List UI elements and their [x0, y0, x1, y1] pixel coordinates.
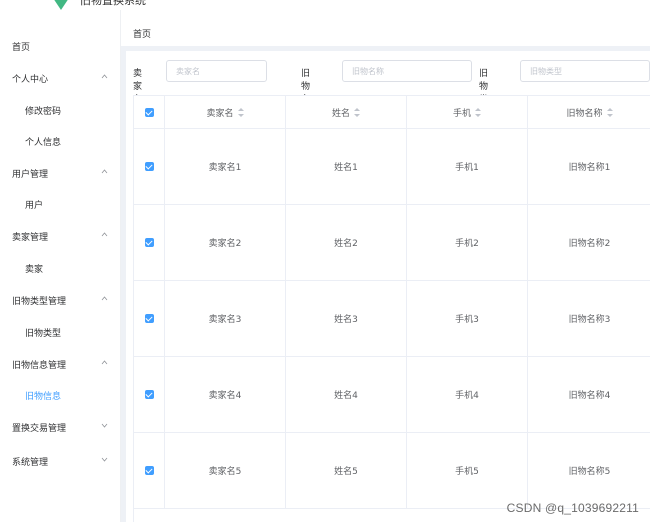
chevron-up-icon [101, 295, 108, 302]
chevron-up-icon [101, 231, 108, 238]
sidebar-item-label: 旧物类型 [25, 328, 62, 339]
chevron-up-icon [101, 359, 108, 366]
sidebar-item[interactable]: 旧物类型 [0, 320, 121, 344]
sidebar: 首页个人中心修改密码个人信息用户管理用户卖家管理卖家旧物类型管理旧物类型旧物信息… [0, 10, 121, 522]
sidebar-item[interactable]: 旧物信息管理 [0, 352, 121, 376]
row-select-cell [134, 281, 165, 356]
watermark: CSDN @q_1039692211 [506, 501, 639, 515]
sidebar-item-label: 系统管理 [12, 457, 49, 468]
column-header-label: 手机 [452, 109, 471, 119]
sidebar-item[interactable]: 首页 [0, 34, 121, 58]
breadcrumb-home[interactable]: 首页 [133, 27, 151, 40]
table-cell: 姓名1 [286, 129, 407, 204]
chevron-up-icon [101, 73, 108, 80]
table-cell: 旧物名称4 [568, 391, 611, 401]
sidebar-item-label: 用户 [25, 200, 44, 211]
sidebar-item[interactable]: 旧物类型管理 [0, 288, 121, 312]
column-header-name[interactable]: 姓名 [286, 96, 407, 129]
app-logo-text: 旧物置换系统 [80, 0, 146, 7]
row-checkbox[interactable] [144, 162, 154, 171]
table-cell: 卖家名4 [165, 357, 286, 432]
chevron-down-icon [101, 422, 108, 429]
sidebar-item[interactable]: 修改密码 [0, 98, 121, 122]
sidebar-item[interactable]: 个人中心 [0, 66, 121, 90]
sort-icon[interactable] [475, 108, 481, 117]
table-cell: 旧物名称1 [568, 163, 611, 173]
table-cell: 旧物名称3 [568, 315, 611, 325]
sidebar-item[interactable]: 用户管理 [0, 161, 121, 185]
main-content: 首页 卖家名 卖家名 旧物名称 旧物名称 旧物类型 旧物类型 卖家名 姓名 [121, 10, 650, 522]
table-cell: 姓名3 [286, 281, 407, 356]
table-cell: 卖家名5 [165, 433, 286, 508]
row-select-cell [134, 433, 165, 508]
sidebar-item-label: 旧物类型管理 [12, 296, 67, 307]
app-root: 旧物置换系统 首页 个人中心 修改密码 个人信息 用户管理 用户 卖家管理 卖家 旧物类型管理旧… [0, 0, 650, 522]
table-cell: 旧物名称2 [568, 239, 611, 249]
row-checkbox[interactable] [144, 238, 154, 247]
sidebar-item[interactable]: 个人信息 [0, 129, 121, 153]
table-cell: 手机4 [407, 357, 528, 432]
sidebar-item-label: 置换交易管理 [12, 423, 67, 434]
divider [121, 46, 650, 51]
column-header-seller[interactable]: 卖家名 [165, 96, 286, 129]
chevron-down-icon [101, 456, 108, 463]
item-name-input[interactable]: 旧物名称 [342, 60, 472, 82]
chevron-up-icon [101, 168, 108, 175]
table-cell: 姓名4 [286, 357, 407, 432]
table-cell: 卖家名2 [165, 205, 286, 280]
row-checkbox[interactable] [144, 466, 154, 475]
column-header-label: 姓名 [331, 109, 350, 119]
row-checkbox[interactable] [144, 314, 154, 323]
sidebar-item-label: 个人中心 [12, 74, 49, 85]
sidebar-item-label: 个人信息 [25, 137, 62, 148]
table-cell: 手机5 [407, 433, 528, 508]
sidebar-item[interactable]: 置换交易管理 [0, 415, 121, 439]
table-cell: 手机3 [407, 281, 528, 356]
row-checkbox[interactable] [144, 390, 154, 399]
sidebar-item[interactable]: 系统管理 [0, 449, 121, 473]
table-row[interactable]: 卖家名2 姓名2 手机2 旧物名称2 [134, 205, 650, 281]
sidebar-item[interactable]: 用户 [0, 192, 121, 216]
table-cell: 旧物名称5 [568, 467, 611, 477]
table-header: 卖家名 姓名 手机 旧物名称 [134, 95, 650, 129]
select-all-checkbox[interactable] [144, 108, 154, 117]
table-cell: 手机2 [407, 205, 528, 280]
sidebar-item-label: 首页 [12, 42, 31, 53]
sidebar-item-label: 卖家 [25, 264, 44, 275]
top-strip: 旧物置换系统 [0, 0, 650, 10]
table-cell: 姓名2 [286, 205, 407, 280]
sidebar-item-label: 用户管理 [12, 169, 49, 180]
row-select-cell [134, 205, 165, 280]
table-row[interactable]: 卖家名1 姓名1 手机1 旧物名称1 [134, 129, 650, 205]
table-cell: 卖家名1 [165, 129, 286, 204]
sidebar-item-label: 卖家管理 [12, 232, 49, 243]
column-header-label: 卖家名 [206, 109, 234, 119]
column-header-label: 旧物名称 [566, 109, 603, 119]
table-row[interactable]: 卖家名5 姓名5 手机5 旧物名称5 [134, 433, 650, 509]
column-header-phone[interactable]: 手机 [407, 96, 528, 129]
sidebar-item-label: 旧物信息管理 [12, 360, 67, 371]
sidebar-item-label: 旧物信息 [25, 391, 62, 402]
row-select-cell [134, 129, 165, 204]
item-type-input[interactable]: 旧物类型 [520, 60, 650, 82]
sidebar-item[interactable]: 卖家 [0, 256, 121, 280]
sidebar-item-label: 修改密码 [25, 106, 62, 117]
column-header-item-name[interactable]: 旧物名称 [528, 96, 650, 129]
row-select-cell [134, 357, 165, 432]
content-left-border [121, 51, 126, 522]
table-cell: 姓名5 [286, 433, 407, 508]
sidebar-item[interactable]: 卖家管理 [0, 224, 121, 248]
table-row[interactable]: 卖家名3 姓名3 手机3 旧物名称3 [134, 281, 650, 357]
table-cell: 手机1 [407, 129, 528, 204]
sort-icon[interactable] [606, 108, 613, 117]
seller-name-input[interactable]: 卖家名 [166, 60, 267, 82]
sidebar-item[interactable]: 旧物信息 [0, 383, 121, 407]
table-row[interactable]: 卖家名4 姓名4 手机4 旧物名称4 [134, 357, 650, 433]
select-all-cell [134, 96, 165, 129]
logo-icon [53, 0, 69, 10]
sort-icon[interactable] [237, 108, 244, 117]
data-table: 卖家名 姓名 手机 旧物名称 卖家名1 姓名1 手机1 旧物名称1 卖家名2 姓名2 手机2… [133, 95, 650, 522]
sort-icon[interactable] [354, 108, 360, 117]
table-cell: 卖家名3 [165, 281, 286, 356]
